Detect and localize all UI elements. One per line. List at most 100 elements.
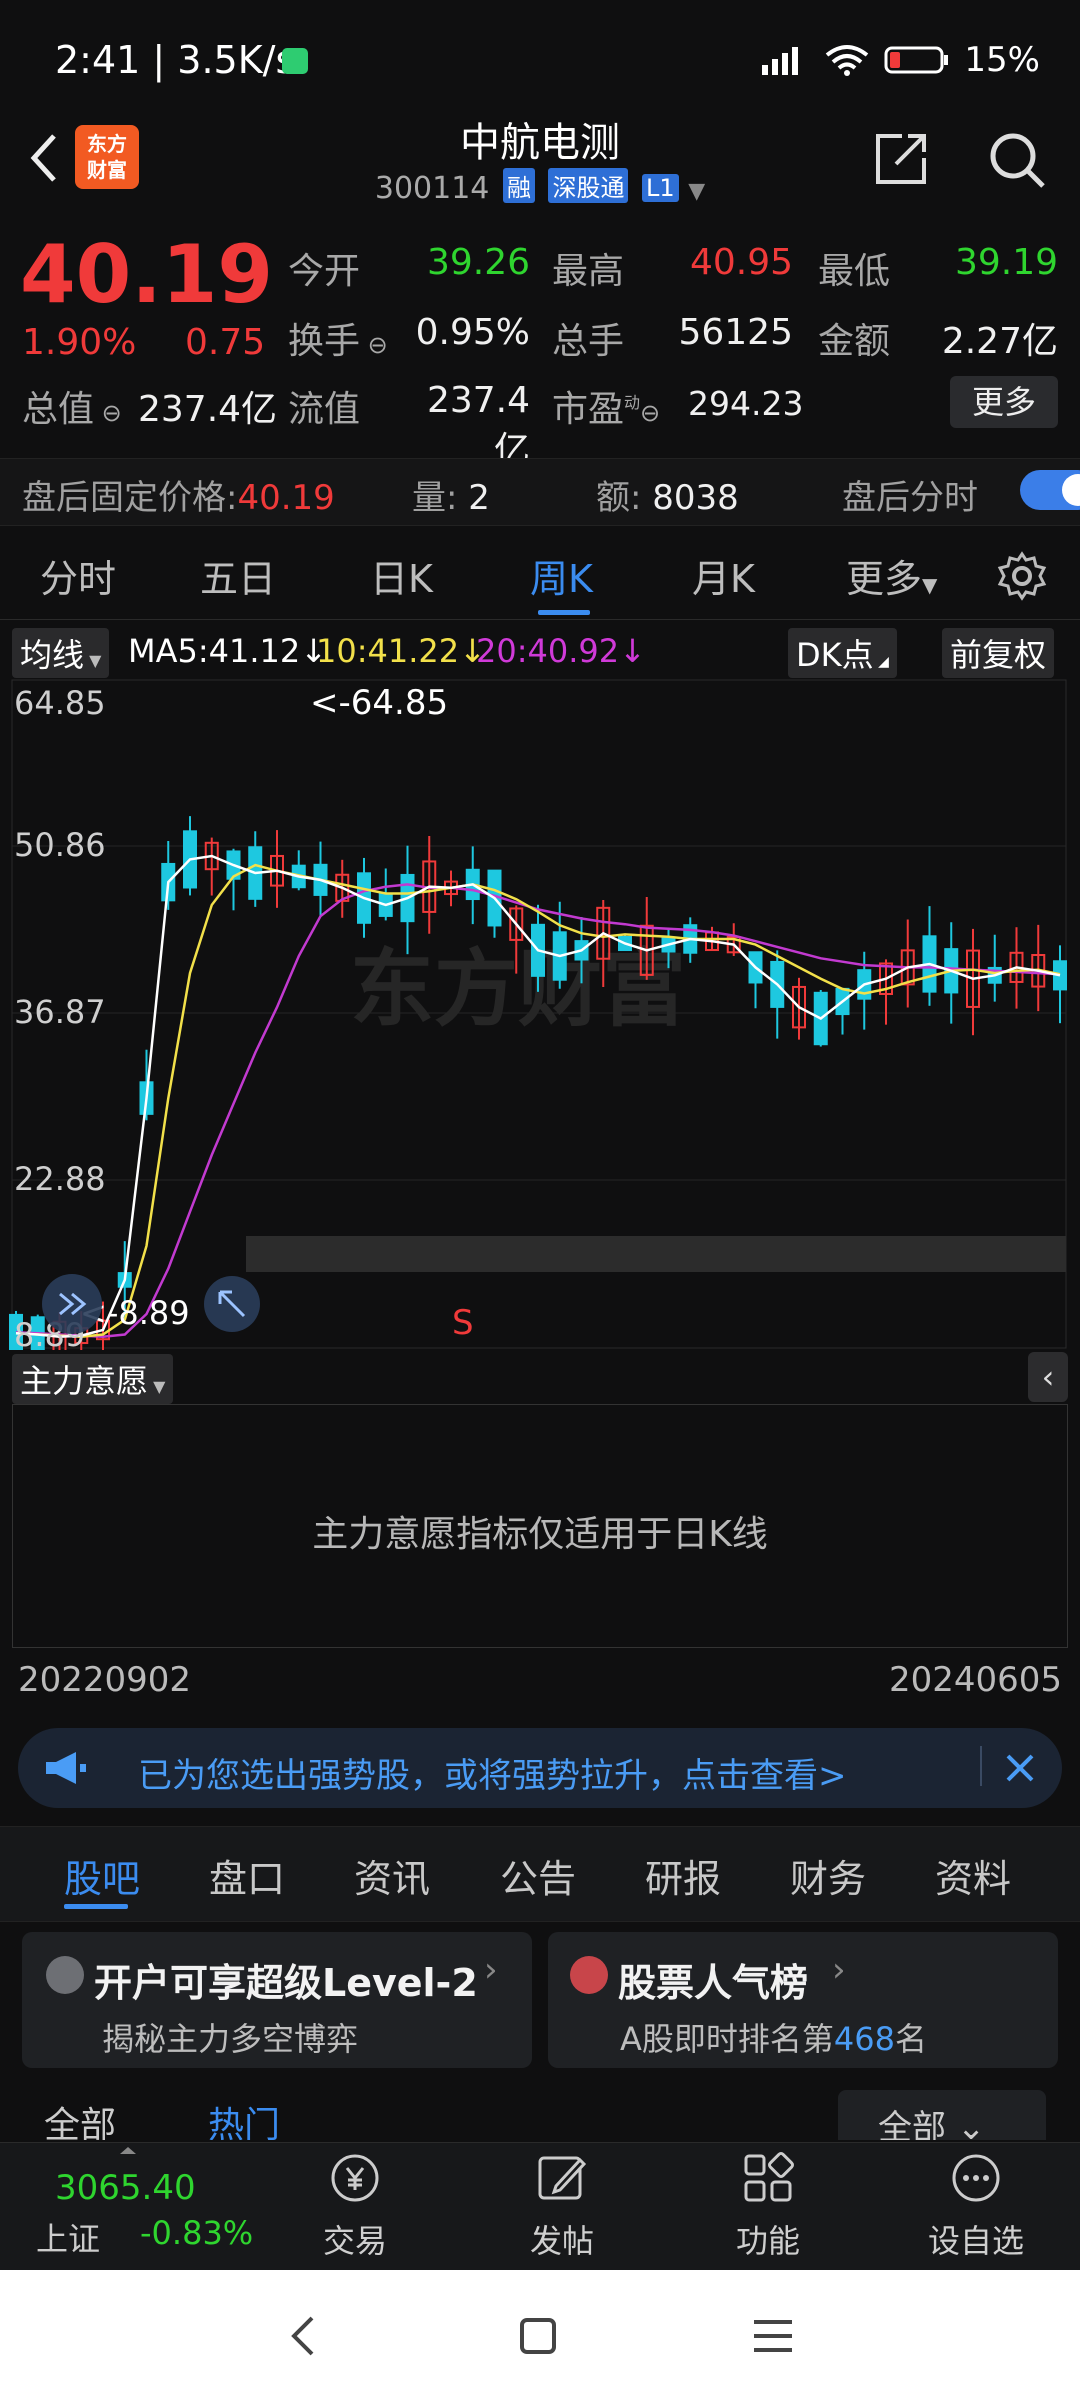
after-hours-toggle[interactable] bbox=[1020, 470, 1080, 510]
tab-intraday[interactable]: 分时 bbox=[40, 548, 116, 603]
filter-all[interactable]: 全部 bbox=[44, 2096, 116, 2140]
amount-value: 2.27亿 bbox=[941, 321, 1058, 362]
tab-daily-k[interactable]: 日K bbox=[370, 548, 433, 603]
tab-more[interactable]: 更多▼ bbox=[846, 548, 937, 603]
tab-profile[interactable]: 资料 bbox=[935, 1848, 1011, 1903]
yen-exchange-icon bbox=[331, 2154, 379, 2202]
system-back-icon[interactable] bbox=[284, 2314, 324, 2358]
after-hours-volume-value: 2 bbox=[468, 478, 490, 518]
tab-pankou[interactable]: 盘口 bbox=[209, 1848, 285, 1903]
status-bar: 2:41 | 3.5K/s 15% bbox=[0, 0, 1080, 110]
banner-divider bbox=[980, 1746, 982, 1786]
nav-trade[interactable]: 交易 bbox=[295, 2150, 415, 2262]
open-value: 39.26 bbox=[426, 242, 530, 283]
low-value: 39.19 bbox=[954, 242, 1058, 283]
turnover-label[interactable]: 换手 ⊖ bbox=[288, 312, 388, 364]
index-name: 上证 bbox=[36, 2220, 101, 2258]
level2-card-title: 开户可享超级Level-2 bbox=[94, 1961, 478, 2005]
grid-apps-icon bbox=[744, 2152, 794, 2202]
promo-banner-text[interactable]: 已为您选出强势股，或将强势拉升，点击查看> bbox=[138, 1748, 847, 1797]
ma-selector[interactable]: 均线 ▼ bbox=[12, 628, 110, 678]
filter-dropdown[interactable]: 全部 ⌄ bbox=[838, 2090, 1046, 2140]
after-hours-volume-label: 量: bbox=[412, 478, 458, 518]
share-icon[interactable] bbox=[872, 128, 932, 188]
battery-icon bbox=[884, 46, 949, 74]
chevron-right-icon: › bbox=[484, 1950, 498, 1990]
tab-announcements[interactable]: 公告 bbox=[500, 1848, 576, 1903]
tab-weekly-k[interactable]: 周K bbox=[530, 548, 593, 603]
popularity-card-title: 股票人气榜 bbox=[618, 1961, 809, 2005]
change-percent: 1.90% bbox=[22, 322, 137, 363]
tab-guba[interactable]: 股吧 bbox=[64, 1848, 140, 1903]
y-tick-2: 36.87 bbox=[14, 993, 106, 1031]
system-home-icon[interactable] bbox=[518, 2316, 558, 2356]
y-tick-1: 50.86 bbox=[14, 826, 106, 864]
mktcap-value: 237.4亿 bbox=[138, 389, 278, 430]
scroll-left-icon[interactable] bbox=[42, 1274, 102, 1334]
indicator-selector[interactable]: 主力意愿 ▼ bbox=[12, 1354, 174, 1404]
chevron-down-icon: ⌄ bbox=[956, 2108, 986, 2140]
x-axis-end: 20240605 bbox=[888, 1660, 1062, 1700]
collapse-left-icon[interactable]: ‹ bbox=[1028, 1352, 1068, 1402]
status-indicators: 15% bbox=[760, 40, 1040, 80]
chevron-right-icon: › bbox=[832, 1950, 846, 1990]
indicator-selector-label: 主力意愿 bbox=[20, 1362, 149, 1400]
ma20-text: 20:40.92 bbox=[476, 632, 620, 670]
info-icon: ⊖ bbox=[640, 399, 661, 427]
high-label: 最高 bbox=[552, 251, 625, 292]
nav-add-watchlist[interactable]: 设自选 bbox=[916, 2150, 1036, 2262]
turnover-label-text: 换手 bbox=[288, 321, 361, 362]
tab-monthly-k[interactable]: 月K bbox=[692, 548, 755, 603]
turnover-value: 0.95% bbox=[415, 312, 530, 353]
open-label: 今开 bbox=[288, 251, 361, 292]
gear-icon[interactable] bbox=[996, 550, 1048, 602]
adjust-button[interactable]: 前复权 bbox=[942, 628, 1055, 678]
tab-five-day[interactable]: 五日 bbox=[200, 548, 276, 603]
close-icon[interactable] bbox=[1000, 1748, 1040, 1788]
signal-icon bbox=[762, 47, 799, 75]
active-content-tab-indicator bbox=[64, 1904, 128, 1909]
after-hours-price: 盘后固定价格:40.19 bbox=[22, 470, 335, 519]
current-price: 40.19 bbox=[20, 228, 274, 321]
filter-hot[interactable]: 热门 bbox=[208, 2096, 280, 2140]
tab-finance[interactable]: 财务 bbox=[790, 1848, 866, 1903]
y-axis-labels: 64.85 50.86 36.87 22.88 8.89 bbox=[14, 684, 106, 1350]
nav-functions[interactable]: 功能 bbox=[708, 2150, 828, 2262]
tag-shenzhen-connect: 深股通 bbox=[548, 168, 629, 203]
pe-label[interactable]: 市盈动⊖ bbox=[552, 380, 660, 432]
nav-trade-label: 交易 bbox=[322, 2222, 387, 2260]
down-arrow-icon: ↓ bbox=[619, 632, 646, 670]
after-hours-timeshare-label: 盘后分时 bbox=[842, 478, 978, 518]
rank-number: 468 bbox=[833, 2020, 895, 2058]
level2-promo-card[interactable]: 开户可享超级Level-2 › 揭秘主力多空博弈 bbox=[22, 1932, 532, 2068]
tab-news[interactable]: 资讯 bbox=[354, 1848, 430, 1903]
rank-suffix: 名 bbox=[894, 2020, 927, 2058]
dk-point-button[interactable]: DK点 ◢ bbox=[788, 628, 897, 678]
filter-dropdown-label: 全部 bbox=[878, 2108, 946, 2140]
tab-research[interactable]: 研报 bbox=[645, 1848, 721, 1903]
float-label: 流值 bbox=[288, 389, 361, 430]
index-value[interactable]: 3065.40 bbox=[55, 2168, 196, 2208]
expand-up-icon[interactable] bbox=[118, 2140, 138, 2154]
amount-label: 金额 bbox=[818, 321, 891, 362]
sell-signal-label: S bbox=[452, 1303, 474, 1343]
kline-chart[interactable]: 东方财富 64.85 50.86 36.87 22.88 8.89 <-64.8… bbox=[0, 678, 1080, 1350]
ma10-text: 10:41.22 bbox=[316, 632, 460, 670]
pe-value: 294.23 bbox=[688, 384, 804, 423]
battery-level: 15% bbox=[964, 40, 1040, 80]
expand-icon[interactable] bbox=[204, 1276, 260, 1332]
mktcap-label[interactable]: 总值 ⊖ bbox=[22, 380, 122, 432]
popularity-card[interactable]: 股票人气榜 › A股即时排名第468名 bbox=[548, 1932, 1058, 2068]
x-axis-start: 20220902 bbox=[18, 1660, 192, 1700]
more-dots-icon bbox=[952, 2154, 1000, 2202]
more-button[interactable]: 更多 bbox=[950, 376, 1058, 428]
pe-superscript: 动 bbox=[624, 393, 641, 412]
popularity-card-subtitle: A股即时排名第468名 bbox=[620, 2014, 927, 2060]
index-change: -0.83% bbox=[140, 2214, 254, 2252]
dk-point-label: DK点 bbox=[796, 636, 874, 674]
nav-post[interactable]: 发帖 bbox=[502, 2150, 622, 2262]
price-band bbox=[246, 1236, 1066, 1272]
system-menu-icon[interactable] bbox=[752, 2318, 794, 2354]
search-icon[interactable] bbox=[985, 128, 1049, 192]
nav-functions-label: 功能 bbox=[735, 2222, 800, 2260]
